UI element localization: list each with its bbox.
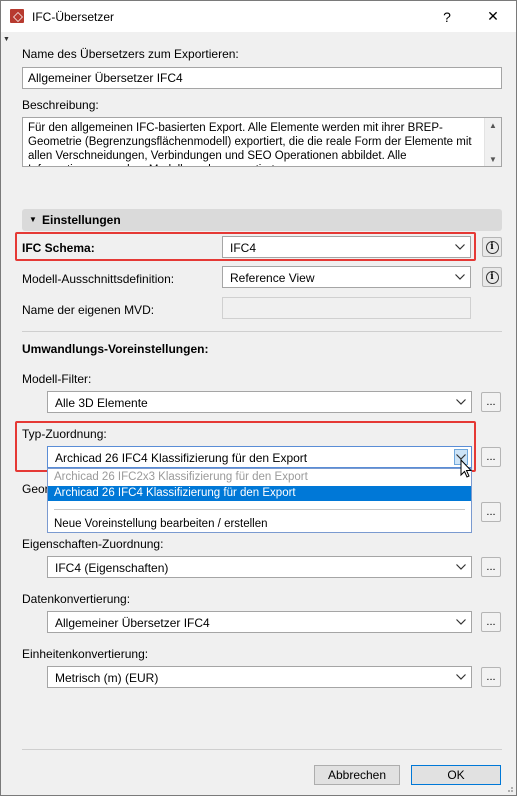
type-mapping-dropdown-list: Archicad 26 IFC2x3 Klassifizierung für d…: [47, 468, 472, 533]
description-text: Für den allgemeinen IFC-basierten Export…: [28, 122, 472, 166]
dropdown-option-ifc2x3: Archicad 26 IFC2x3 Klassifizierung für d…: [54, 471, 308, 483]
geometry-label-partial: Geor: [22, 482, 49, 496]
description-label: Beschreibung:: [22, 98, 99, 112]
model-filter-label: Modell-Filter:: [22, 372, 92, 386]
mvd-info-button[interactable]: i: [482, 267, 502, 287]
chevron-down-icon: [454, 669, 468, 685]
data-conversion-label: Datenkonvertierung:: [22, 592, 131, 606]
data-conversion-value: Allgemeiner Übersetzer IFC4: [55, 616, 210, 630]
section-divider: [22, 331, 502, 332]
type-mapping-select[interactable]: Archicad 26 IFC4 Klassifizierung für den…: [47, 446, 472, 468]
description-scrollbar[interactable]: ▲ ▼: [484, 118, 501, 166]
custom-mvd-label: Name der eigenen MVD:: [22, 303, 155, 317]
property-mapping-label: Eigenschaften-Zuordnung:: [22, 537, 164, 551]
close-icon: ✕: [487, 8, 499, 24]
mvd-label: Modell-Ausschnittsdefinition:: [22, 272, 175, 286]
resize-grip-icon[interactable]: [504, 783, 514, 793]
archicad-app-icon: [10, 9, 24, 23]
export-name-input[interactable]: Allgemeiner Übersetzer IFC4: [22, 67, 502, 89]
expand-triangle-icon: ▼: [29, 215, 37, 224]
ok-button[interactable]: OK: [411, 765, 501, 785]
chevron-down-icon: [453, 269, 467, 285]
mvd-value: Reference View: [230, 271, 315, 285]
mvd-select[interactable]: Reference View: [222, 266, 471, 288]
custom-mvd-input: [222, 297, 471, 319]
chevron-down-icon: [453, 239, 467, 255]
unit-conversion-select[interactable]: Metrisch (m) (EUR): [47, 666, 472, 688]
collapse-arrow-icon: ▼: [3, 36, 10, 43]
info-icon: i: [485, 270, 499, 284]
chevron-down-icon: [454, 394, 468, 410]
export-name-label: Name des Übersetzers zum Exportieren:: [22, 47, 239, 61]
unit-conversion-more-button[interactable]: ...: [481, 667, 501, 687]
chevron-down-icon: [454, 559, 468, 575]
scroll-down-icon[interactable]: ▼: [485, 152, 501, 166]
description-textarea[interactable]: Für den allgemeinen IFC-basierten Export…: [22, 117, 502, 167]
settings-section-label: Einstellungen: [42, 213, 121, 227]
property-mapping-more-button[interactable]: ...: [481, 557, 501, 577]
dropdown-option-edit-preset[interactable]: Neue Voreinstellung bearbeiten / erstell…: [48, 517, 471, 532]
model-filter-more-button[interactable]: ...: [481, 392, 501, 412]
property-mapping-value: IFC4 (Eigenschaften): [55, 561, 169, 575]
chevron-down-icon: [454, 614, 468, 630]
scroll-up-icon[interactable]: ▲: [485, 118, 501, 132]
model-filter-value: Alle 3D Elemente: [55, 396, 148, 410]
close-button[interactable]: ✕: [470, 1, 516, 32]
ifc-translator-dialog: IFC-Übersetzer ? ✕ ▼ Name des Übersetzer…: [0, 0, 517, 796]
dropdown-option-ifc4[interactable]: Archicad 26 IFC4 Klassifizierung für den…: [48, 486, 471, 501]
footer-divider: [22, 749, 502, 750]
geometry-more-button[interactable]: ...: [481, 502, 501, 522]
unit-conversion-value: Metrisch (m) (EUR): [55, 671, 159, 685]
conversion-presets-heading: Umwandlungs-Voreinstellungen:: [22, 342, 209, 356]
window-title: IFC-Übersetzer: [32, 10, 115, 24]
help-icon: ?: [443, 8, 451, 25]
help-button[interactable]: ?: [424, 1, 470, 32]
dropdown-separator: [54, 509, 465, 510]
type-mapping-more-button[interactable]: ...: [481, 447, 501, 467]
data-conversion-more-button[interactable]: ...: [481, 612, 501, 632]
title-bar: IFC-Übersetzer ? ✕: [1, 1, 516, 32]
property-mapping-select[interactable]: IFC4 (Eigenschaften): [47, 556, 472, 578]
ifc-schema-select[interactable]: IFC4: [222, 236, 471, 258]
mouse-pointer-icon: [460, 459, 473, 478]
data-conversion-select[interactable]: Allgemeiner Übersetzer IFC4: [47, 611, 472, 633]
ifc-schema-label: IFC Schema:: [22, 241, 95, 255]
ifc-schema-info-button[interactable]: i: [482, 237, 502, 257]
ifc-schema-value: IFC4: [230, 241, 257, 255]
unit-conversion-label: Einheitenkonvertierung:: [22, 647, 149, 661]
cancel-button[interactable]: Abbrechen: [314, 765, 400, 785]
type-mapping-label: Typ-Zuordnung:: [22, 427, 107, 441]
info-icon: i: [485, 240, 499, 254]
settings-section-header[interactable]: ▼ Einstellungen: [22, 209, 502, 231]
model-filter-select[interactable]: Alle 3D Elemente: [47, 391, 472, 413]
type-mapping-value: Archicad 26 IFC4 Klassifizierung für den…: [55, 451, 308, 465]
